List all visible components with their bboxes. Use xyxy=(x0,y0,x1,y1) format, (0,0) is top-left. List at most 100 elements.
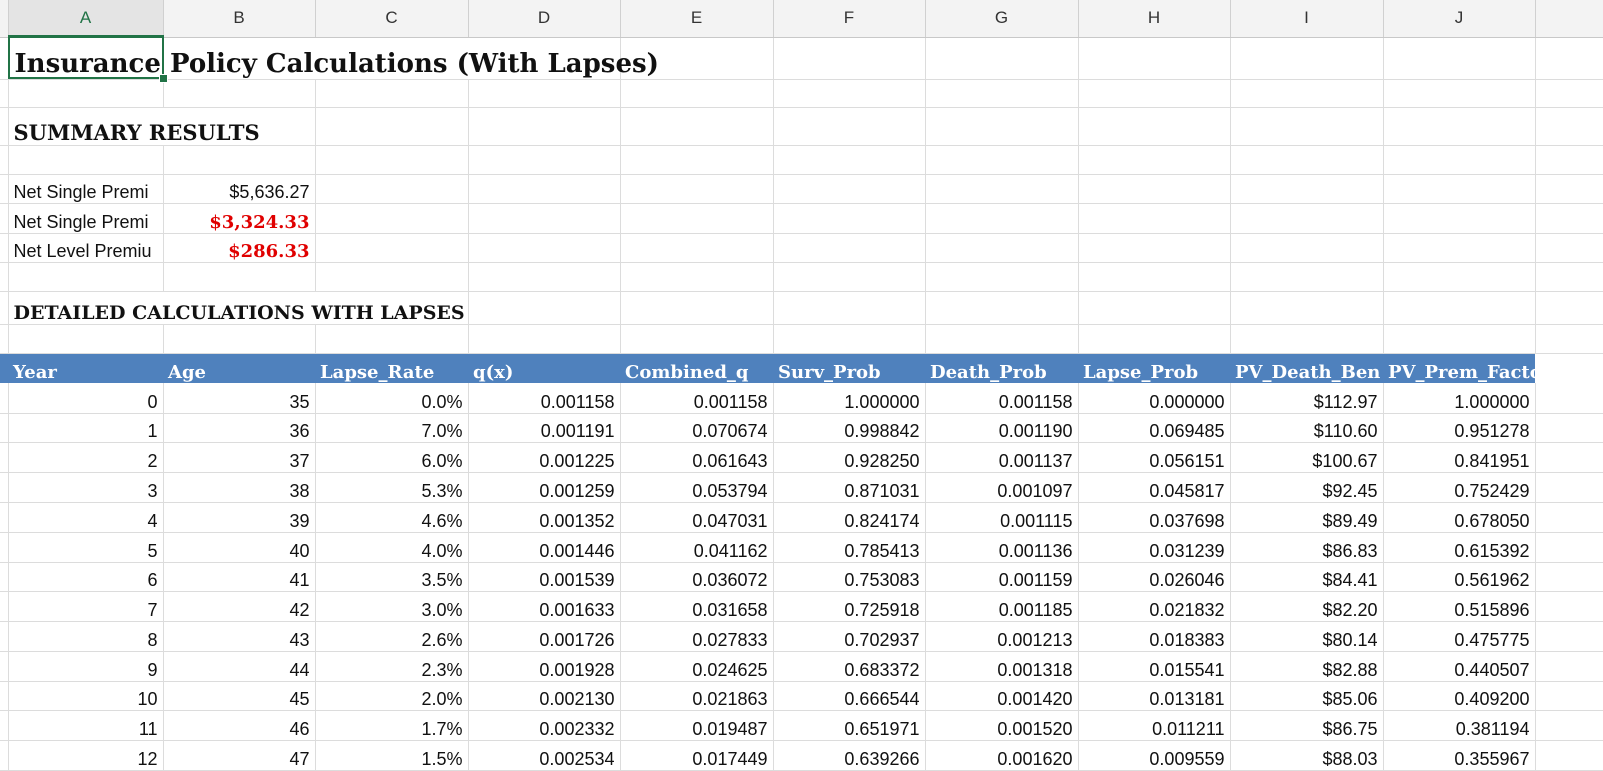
table-cell[interactable]: 0.031239 xyxy=(1078,532,1231,563)
table-cell[interactable]: 45 xyxy=(163,681,316,712)
table-cell[interactable]: 0.0% xyxy=(315,383,469,414)
table-cell[interactable]: $100.67 xyxy=(1230,442,1384,474)
table-cell[interactable]: 12 xyxy=(8,740,164,771)
empty-cell[interactable] xyxy=(1383,37,1536,81)
empty-cell[interactable] xyxy=(925,37,1079,81)
column-header-q-x-[interactable]: q(x) xyxy=(468,353,620,384)
table-cell[interactable]: 10 xyxy=(8,681,164,712)
table-cell[interactable]: 0.031658 xyxy=(620,591,774,623)
column-header-d[interactable]: D xyxy=(468,0,621,38)
empty-cell[interactable] xyxy=(315,262,469,293)
column-header-surv-prob[interactable]: Surv_Prob xyxy=(773,353,925,384)
table-cell[interactable]: 0.440507 xyxy=(1383,651,1536,682)
column-header-death-prob[interactable]: Death_Prob xyxy=(925,353,1078,384)
empty-cell[interactable] xyxy=(1078,79,1231,109)
empty-cell[interactable] xyxy=(1535,203,1603,234)
table-cell[interactable]: 0.070674 xyxy=(620,413,774,444)
empty-cell[interactable] xyxy=(925,145,1079,176)
table-cell[interactable]: $110.60 xyxy=(1230,413,1384,444)
table-cell[interactable]: 0.045817 xyxy=(1078,472,1231,503)
empty-cell[interactable] xyxy=(620,174,774,205)
table-cell[interactable]: 7.0% xyxy=(315,413,469,444)
empty-cell[interactable] xyxy=(1078,291,1231,326)
summary-label[interactable]: Net Level Premiu xyxy=(8,233,164,263)
empty-cell[interactable] xyxy=(773,291,926,326)
table-cell[interactable]: 1.7% xyxy=(315,710,469,742)
table-cell[interactable]: 3 xyxy=(8,472,164,503)
empty-cell[interactable] xyxy=(1383,203,1536,234)
empty-cell[interactable] xyxy=(468,203,621,234)
table-cell[interactable]: 0.001185 xyxy=(925,591,1079,623)
column-header-lapse-rate[interactable]: Lapse_Rate xyxy=(315,353,468,384)
empty-cell[interactable] xyxy=(925,107,1079,146)
empty-cell[interactable] xyxy=(1230,291,1384,326)
table-cell[interactable]: 0.047031 xyxy=(620,502,774,533)
table-cell[interactable]: 0.001259 xyxy=(468,472,621,503)
table-cell[interactable]: $89.49 xyxy=(1230,502,1384,533)
table-cell[interactable]: 0.001539 xyxy=(468,562,621,593)
table-cell[interactable]: 0.651971 xyxy=(773,710,926,742)
empty-cell[interactable] xyxy=(1230,145,1384,176)
empty-cell[interactable] xyxy=(1535,591,1603,623)
empty-cell[interactable] xyxy=(773,79,926,109)
table-cell[interactable]: 37 xyxy=(163,442,316,474)
table-cell[interactable]: $80.14 xyxy=(1230,621,1384,652)
summary-label[interactable]: Net Single Premi xyxy=(8,174,164,205)
column-header-pv-death-ben[interactable]: PV_Death_Ben xyxy=(1230,353,1383,384)
summary-value[interactable]: $3,324.33 xyxy=(163,203,316,234)
empty-cell[interactable] xyxy=(773,262,926,293)
table-cell[interactable]: 0.027833 xyxy=(620,621,774,652)
table-cell[interactable]: 0.000000 xyxy=(1078,383,1231,414)
empty-cell[interactable] xyxy=(620,107,774,146)
empty-cell[interactable] xyxy=(1535,472,1603,503)
table-cell[interactable]: 0.001352 xyxy=(468,502,621,533)
table-cell[interactable]: 2.6% xyxy=(315,621,469,652)
table-cell[interactable]: 0.824174 xyxy=(773,502,926,533)
empty-cell[interactable] xyxy=(1230,203,1384,234)
empty-cell[interactable] xyxy=(1230,324,1384,354)
table-cell[interactable]: 0.753083 xyxy=(773,562,926,593)
empty-cell[interactable] xyxy=(163,145,316,176)
empty-cell[interactable] xyxy=(163,262,316,293)
table-cell[interactable]: 0.001158 xyxy=(925,383,1079,414)
table-cell[interactable]: 0.001620 xyxy=(925,740,1079,771)
table-cell[interactable]: 0.002332 xyxy=(468,710,621,742)
empty-cell[interactable] xyxy=(163,324,316,354)
column-header-e[interactable]: E xyxy=(620,0,774,38)
table-cell[interactable]: 0.009559 xyxy=(1078,740,1231,771)
table-cell[interactable]: 0.026046 xyxy=(1078,562,1231,593)
fill-handle[interactable] xyxy=(159,74,168,83)
table-cell[interactable]: 0.041162 xyxy=(620,532,774,563)
summary-heading[interactable]: SUMMARY RESULTS xyxy=(8,107,316,146)
empty-cell[interactable] xyxy=(1383,79,1536,109)
empty-cell[interactable] xyxy=(620,233,774,263)
table-cell[interactable]: 0.001159 xyxy=(925,562,1079,593)
column-header-h[interactable]: H xyxy=(1078,0,1231,38)
empty-cell[interactable] xyxy=(1535,621,1603,652)
table-cell[interactable]: 0.056151 xyxy=(1078,442,1231,474)
table-cell[interactable]: 38 xyxy=(163,472,316,503)
table-cell[interactable]: 0.018383 xyxy=(1078,621,1231,652)
table-cell[interactable]: 0.001213 xyxy=(925,621,1079,652)
table-cell[interactable]: 0.024625 xyxy=(620,651,774,682)
empty-cell[interactable] xyxy=(620,145,774,176)
table-cell[interactable]: 6.0% xyxy=(315,442,469,474)
table-cell[interactable]: 0.678050 xyxy=(1383,502,1536,533)
table-cell[interactable]: 0.951278 xyxy=(1383,413,1536,444)
table-cell[interactable]: 0.001446 xyxy=(468,532,621,563)
table-cell[interactable]: 0 xyxy=(8,383,164,414)
table-cell[interactable]: 0.001520 xyxy=(925,710,1079,742)
empty-cell[interactable] xyxy=(1535,502,1603,533)
empty-cell[interactable] xyxy=(1383,174,1536,205)
column-header-c[interactable]: C xyxy=(315,0,469,38)
table-cell[interactable]: 5.3% xyxy=(315,472,469,503)
empty-cell[interactable] xyxy=(468,145,621,176)
empty-cell[interactable] xyxy=(773,203,926,234)
table-cell[interactable]: 43 xyxy=(163,621,316,652)
empty-cell[interactable] xyxy=(1535,681,1603,712)
table-cell[interactable]: 0.011211 xyxy=(1078,710,1231,742)
column-header-j[interactable]: J xyxy=(1383,0,1536,38)
empty-cell[interactable] xyxy=(773,145,926,176)
empty-cell[interactable] xyxy=(1230,174,1384,205)
table-cell[interactable]: 0.053794 xyxy=(620,472,774,503)
